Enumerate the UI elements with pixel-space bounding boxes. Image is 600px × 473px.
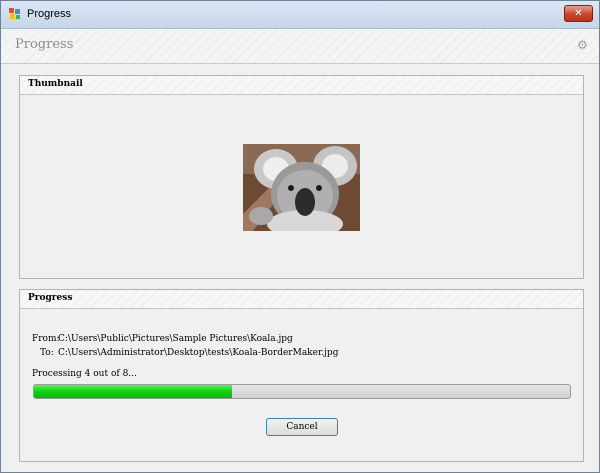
progress-bar [33,384,571,399]
from-label: From: [32,334,60,344]
progress-window: Progress ✕ Progress ⚙ Thumbnail Progress… [0,0,600,473]
progress-panel: Progress From: C:\Users\Public\Pictures\… [19,289,584,462]
from-path: C:\Users\Public\Pictures\Sample Pictures… [58,334,293,344]
progress-panel-title: Progress [28,293,73,303]
to-label: To: [40,348,54,358]
progress-panel-header: Progress [20,290,583,309]
progress-bar-fill [34,385,233,398]
window-title: Progress [27,8,72,20]
status-text: Processing 4 out of 8... [32,369,137,379]
thumbnail-panel-title: Thumbnail [28,79,83,89]
app-icon [9,8,20,19]
to-path: C:\Users\Administrator\Desktop\tests\Koa… [58,348,339,358]
gear-icon[interactable]: ⚙ [577,39,589,51]
page-title: Progress [15,37,74,52]
thumbnail-panel: Thumbnail [19,75,584,279]
title-bar[interactable]: Progress ✕ [1,1,599,29]
close-button[interactable]: ✕ [564,5,593,22]
page-header: Progress ⚙ [1,29,599,64]
koala-thumbnail [243,144,360,231]
cancel-button[interactable]: Cancel [266,418,338,436]
thumbnail-panel-header: Thumbnail [20,76,583,95]
